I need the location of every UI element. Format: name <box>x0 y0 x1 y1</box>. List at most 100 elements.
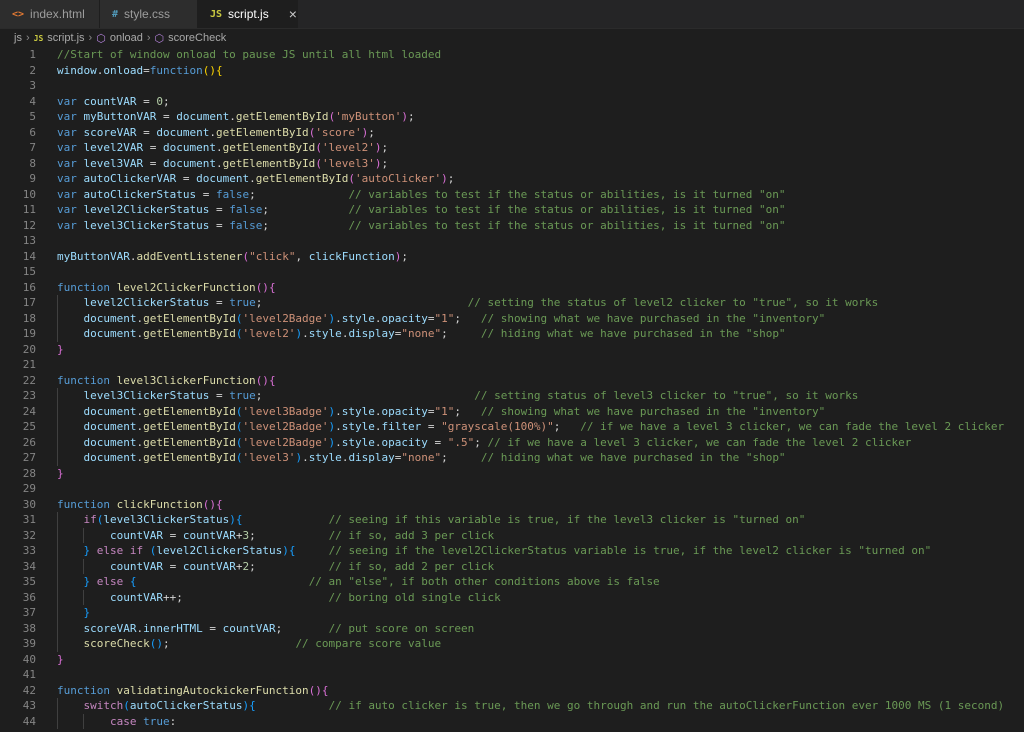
line-number: 21 <box>22 358 36 371</box>
code-line[interactable]: 10 var autoClickerStatus = false; // vari… <box>0 187 1024 203</box>
code-line[interactable]: 13 <box>0 233 1024 249</box>
code-token: // put score on screen <box>328 621 475 635</box>
code-token: : <box>169 714 177 728</box>
code-token: // setting status of level3 clicker to "… <box>474 389 859 402</box>
code-line[interactable]: 41 <box>0 667 1024 683</box>
code-line[interactable]: 29 <box>0 481 1024 497</box>
code-token: "none" <box>401 451 442 464</box>
code-token: true <box>229 296 256 309</box>
code-line[interactable]: 23 level3ClickerStatus = true; // settin… <box>0 388 1024 404</box>
code-token: else <box>96 575 124 588</box>
code-line[interactable]: 30 function clickFunction(){ <box>0 497 1024 513</box>
code-line[interactable]: 11 var level2ClickerStatus = false; // va… <box>0 202 1024 218</box>
code-line[interactable]: 31 if(level3ClickerStatus){ // seeing if… <box>0 512 1024 528</box>
code-line[interactable]: 14 myButtonVAR.addEventListener("click", … <box>0 249 1024 265</box>
indent-guide <box>57 589 58 605</box>
code-text: document.getElementById('level2Badge').s… <box>57 419 1004 435</box>
indent-guide <box>57 698 58 714</box>
tab-index-html[interactable]: <> index.html <box>0 0 100 28</box>
code-line[interactable]: 24 document.getElementById('level3Badge'… <box>0 403 1024 419</box>
code-token: // boring old single click <box>328 590 501 604</box>
code-line[interactable]: 25 document.getElementById('level2Badge'… <box>0 419 1024 435</box>
code-token: 'level3' <box>321 156 375 170</box>
code-token: , <box>295 249 309 263</box>
code-text: } <box>57 605 90 621</box>
code-token: getElementById <box>143 311 236 325</box>
code-line[interactable]: 7 var level2VAR = document.getElementById… <box>0 140 1024 156</box>
code-line[interactable]: 20} <box>0 342 1024 358</box>
code-text: document.getElementById('level3Badge').s… <box>57 403 825 419</box>
breadcrumb-symbol-scorecheck[interactable]: scoreCheck <box>168 32 226 44</box>
code-text: var level2VAR = document.getElementById(… <box>57 140 388 156</box>
line-number: 24 <box>22 404 36 418</box>
code-token: var <box>57 110 77 123</box>
code-line[interactable]: 27 document.getElementById('level3').sty… <box>0 450 1024 466</box>
code-token: ( <box>123 699 130 712</box>
breadcrumb-folder[interactable]: js <box>14 32 22 44</box>
code-line[interactable]: 36 countVAR++; // boring old single clic… <box>0 589 1024 605</box>
code-text: } <box>57 652 64 668</box>
code-line[interactable]: 3 <box>0 78 1024 94</box>
code-token: countVAR <box>83 94 137 108</box>
code-line[interactable]: 39 scoreCheck(); // compare score value <box>0 636 1024 652</box>
code-line[interactable]: 5 var myButtonVAR = document.getElementBy… <box>0 109 1024 125</box>
code-line[interactable]: 32 countVAR = countVAR+3; // if so, add … <box>0 527 1024 543</box>
tab-style-css[interactable]: # style.css <box>100 0 198 28</box>
code-line[interactable]: 1 //Start of window onload to pause JS un… <box>0 47 1024 63</box>
tab-script-js[interactable]: JS script.js × <box>198 0 298 28</box>
code-token: 'score' <box>315 125 362 139</box>
code-line[interactable]: 9 var autoClickerVAR = document.getElemen… <box>0 171 1024 187</box>
code-text: function level3ClickerFunction(){ <box>57 373 276 389</box>
code-line[interactable]: 38 scoreVAR.innerHTML = countVAR; // put… <box>0 620 1024 636</box>
breadcrumb-symbol-onload[interactable]: onload <box>110 32 143 44</box>
code-line[interactable]: 44 case true: <box>0 713 1024 729</box>
code-token: function <box>57 683 110 697</box>
code-line[interactable]: 19 document.getElementById('level2').sty… <box>0 326 1024 342</box>
code-token: 0 <box>156 94 163 108</box>
code-token: = <box>136 94 157 108</box>
code-line[interactable]: 2 window.onload=function(){ <box>0 63 1024 79</box>
code-token: style <box>341 404 375 418</box>
line-number: 18 <box>22 311 36 325</box>
code-line[interactable]: 26 document.getElementById('level2Badge'… <box>0 434 1024 450</box>
code-line[interactable]: 4 var countVAR = 0; <box>0 94 1024 110</box>
code-line[interactable]: 6 var scoreVAR = document.getElementById(… <box>0 125 1024 141</box>
code-line[interactable]: 15 <box>0 264 1024 280</box>
code-line[interactable]: 42 function validatingAutockickerFunction… <box>0 683 1024 699</box>
code-line[interactable]: 33 } else if (level2ClickerStatus){ // s… <box>0 543 1024 559</box>
code-token: 'level2' <box>242 327 296 340</box>
close-icon[interactable]: × <box>289 6 297 22</box>
code-line[interactable]: 8 var level3VAR = document.getElementById… <box>0 156 1024 172</box>
code-line[interactable]: 22 function level3ClickerFunction(){ <box>0 373 1024 389</box>
code-text: } <box>57 342 64 358</box>
code-line[interactable]: 21 <box>0 357 1024 373</box>
code-token: () <box>202 497 216 511</box>
code-token: ) <box>374 141 382 154</box>
code-token: false <box>215 187 250 201</box>
code-line[interactable]: 12 var level3ClickerStatus = false; // va… <box>0 218 1024 234</box>
code-line[interactable]: 43 switch(autoClickerStatus){ // if auto… <box>0 698 1024 714</box>
code-line[interactable]: 16 function level2ClickerFunction(){ <box>0 280 1024 296</box>
code-line[interactable]: 37 } <box>0 605 1024 621</box>
code-token: ; <box>275 621 329 635</box>
code-token: clickFunction <box>308 249 395 263</box>
code-token: getElementById <box>143 435 236 449</box>
code-line[interactable]: 28} <box>0 466 1024 482</box>
indent-guide <box>57 605 58 621</box>
code-editor[interactable]: 1 //Start of window onload to pause JS un… <box>0 47 1024 729</box>
code-token: . <box>374 404 382 418</box>
breadcrumb-file[interactable]: script.js <box>47 32 84 44</box>
line-number: 8 <box>29 156 36 170</box>
code-token: . <box>209 125 216 139</box>
code-line[interactable]: 40} <box>0 652 1024 668</box>
code-line[interactable]: 18 document.getElementById('level2Badge'… <box>0 310 1024 326</box>
code-text: var scoreVAR = document.getElementById('… <box>57 125 375 141</box>
code-line[interactable]: 17 level2ClickerStatus = true; // settin… <box>0 295 1024 311</box>
code-line[interactable]: 34 countVAR = countVAR+2; // if so, add … <box>0 558 1024 574</box>
code-line[interactable]: 35 } else { // an "else", if both other … <box>0 574 1024 590</box>
indent-guide <box>83 589 85 605</box>
code-token: = <box>202 621 223 635</box>
code-token: . <box>302 451 309 464</box>
